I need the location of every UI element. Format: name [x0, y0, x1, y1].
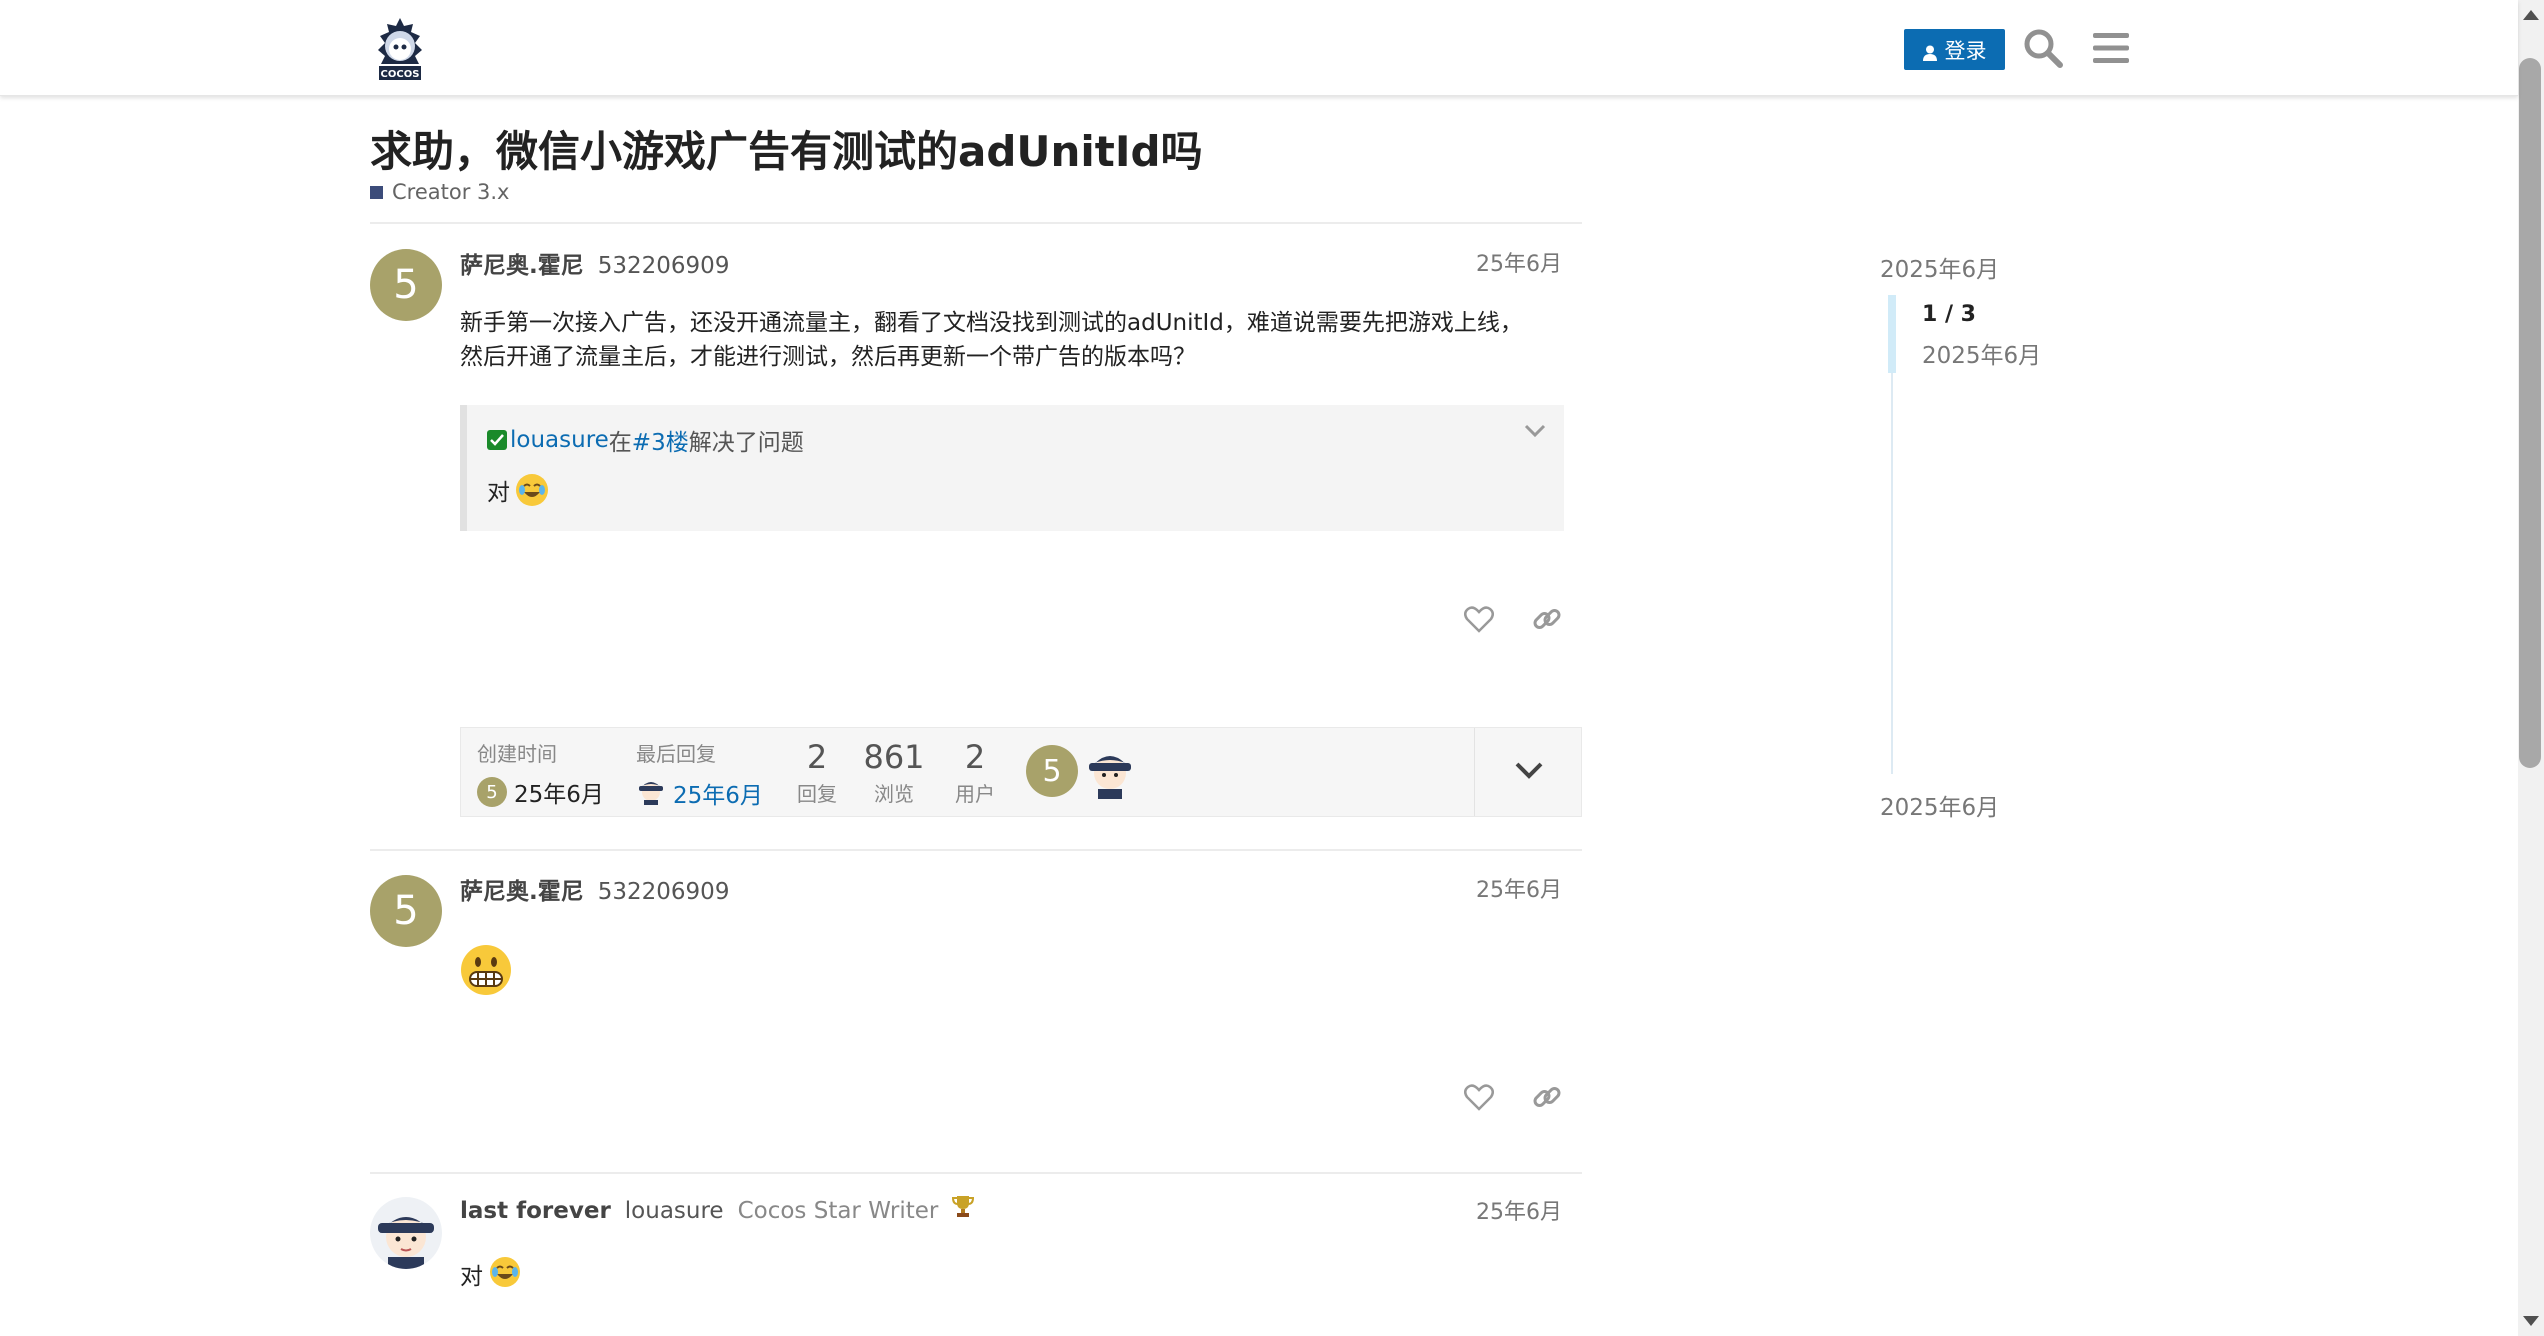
- participant-avatar[interactable]: 5: [1026, 745, 1078, 797]
- timeline-end-date[interactable]: 2025年6月: [1880, 788, 1999, 822]
- chevron-down-icon: [1514, 760, 1544, 784]
- avatar[interactable]: 5: [370, 249, 442, 321]
- post-text-line: 新手第一次接入广告，还没开通流量主，翻看了文档没找到测试的adUnitId，难道…: [460, 310, 1523, 336]
- person-icon: [1922, 42, 1937, 61]
- topic-title[interactable]: 求助，微信小游戏广告有测试的adUnitId吗: [370, 118, 1203, 179]
- like-heart-icon[interactable]: [1462, 1080, 1496, 1114]
- solved-text: 解决了问题: [688, 430, 804, 456]
- author-name[interactable]: 萨尼奥.霍尼: [460, 246, 584, 280]
- quote-body: 对: [487, 473, 548, 507]
- chevron-down-icon[interactable]: [1524, 423, 1546, 442]
- topic-last-reply: 最后回复 25年6月: [636, 738, 763, 811]
- checkmark-icon: [487, 430, 507, 450]
- post-body: 对: [460, 1256, 521, 1298]
- users-count: 2 用户: [935, 738, 1015, 807]
- avatar[interactable]: 5: [370, 875, 442, 947]
- scrollbar-thumb[interactable]: [2519, 58, 2541, 768]
- accepted-answer-quote[interactable]: louasure 在 #3楼 解决了问题 对: [460, 405, 1564, 531]
- topic-created: 创建时间 5 25年6月: [477, 738, 604, 809]
- solution-post-link[interactable]: #3楼: [632, 423, 689, 457]
- post-author: last forever louasure Cocos Star Writer: [460, 1194, 975, 1224]
- joy-emoji-icon: [516, 474, 548, 506]
- replies-count: 2 回复: [777, 738, 857, 807]
- users-label: 用户: [955, 782, 995, 806]
- divider: [370, 222, 1582, 224]
- scroll-up-arrow-icon[interactable]: [2523, 10, 2539, 20]
- cocos-logo[interactable]: COCOS: [375, 16, 425, 82]
- avatar[interactable]: [636, 775, 666, 811]
- post-date[interactable]: 25年6月: [1476, 246, 1562, 278]
- post-body: 新手第一次接入广告，还没开通流量主，翻看了文档没找到测试的adUnitId，难道…: [460, 306, 1523, 374]
- share-link-icon[interactable]: [1530, 1080, 1564, 1114]
- accepted-answer-header: louasure 在 #3楼 解决了问题: [487, 423, 804, 457]
- divider: [370, 849, 1582, 851]
- post-text-line: 然后开通了流量主后，才能进行测试，然后再更新一个带广告的版本吗？: [460, 344, 1196, 370]
- timeline-start-date[interactable]: 2025年6月: [1880, 250, 1999, 284]
- login-label: 登录: [1944, 38, 1987, 63]
- search-icon[interactable]: [2020, 25, 2066, 71]
- views-number: 861: [863, 738, 925, 776]
- grimacing-emoji-icon: [460, 944, 512, 1000]
- share-link-icon[interactable]: [1530, 602, 1564, 636]
- avatar[interactable]: 5: [477, 777, 507, 807]
- created-date[interactable]: 25年6月: [514, 775, 604, 809]
- post-author: 萨尼奥.霍尼 532206909: [460, 246, 729, 280]
- solver-username[interactable]: louasure: [510, 427, 609, 453]
- trophy-icon: [952, 1194, 975, 1224]
- users-number: 2: [964, 738, 986, 776]
- site-header: COCOS 登录: [0, 0, 2518, 96]
- timeline-position-date: 2025年6月: [1922, 343, 2042, 369]
- avatar[interactable]: [370, 1197, 442, 1269]
- logo-text: COCOS: [381, 69, 420, 80]
- divider: [370, 1172, 1582, 1174]
- replies-number: 2: [806, 738, 828, 776]
- participant-avatar[interactable]: [1084, 743, 1136, 803]
- joy-emoji-icon: [489, 1256, 521, 1298]
- avatar-letter: 5: [486, 781, 498, 803]
- views-count: 861 浏览: [854, 738, 934, 807]
- avatar-letter: 5: [393, 262, 419, 308]
- avatar-letter: 5: [1042, 753, 1062, 789]
- last-reply-date[interactable]: 25年6月: [673, 776, 763, 810]
- user-title: Cocos Star Writer: [737, 1198, 939, 1224]
- like-heart-icon[interactable]: [1462, 602, 1496, 636]
- timeline-position: 1 / 3: [1922, 302, 1976, 327]
- timeline-handle[interactable]: [1888, 295, 1896, 373]
- post-text: 对: [460, 1264, 483, 1290]
- replies-label: 回复: [797, 782, 837, 806]
- author-name[interactable]: 萨尼奥.霍尼: [460, 872, 584, 906]
- category-badge[interactable]: Creator 3.x: [370, 180, 509, 204]
- author-username[interactable]: 532206909: [598, 253, 730, 279]
- login-button[interactable]: 登录: [1904, 29, 2005, 70]
- post-date[interactable]: 25年6月: [1476, 1194, 1562, 1226]
- author-username[interactable]: 532206909: [598, 879, 730, 905]
- hamburger-menu-icon[interactable]: [2088, 25, 2134, 71]
- category-color-square: [370, 185, 383, 199]
- quote-text: 对: [487, 480, 510, 506]
- scroll-down-arrow-icon[interactable]: [2523, 1316, 2539, 1326]
- last-reply-label: 最后回复: [636, 742, 716, 766]
- views-label: 浏览: [874, 782, 914, 806]
- category-name: Creator 3.x: [392, 180, 510, 204]
- post-author: 萨尼奥.霍尼 532206909: [460, 872, 729, 906]
- post-date[interactable]: 25年6月: [1476, 872, 1562, 904]
- in-text: 在: [608, 430, 632, 456]
- expand-topic-map-button[interactable]: [1474, 728, 1582, 816]
- avatar-letter: 5: [393, 888, 419, 934]
- created-label: 创建时间: [477, 742, 557, 766]
- author-username[interactable]: louasure: [625, 1198, 724, 1224]
- topic-map: 创建时间 5 25年6月 最后回复 25年6月 2 回复 861 浏览 2 用户…: [460, 727, 1582, 817]
- author-name[interactable]: last forever: [460, 1198, 611, 1224]
